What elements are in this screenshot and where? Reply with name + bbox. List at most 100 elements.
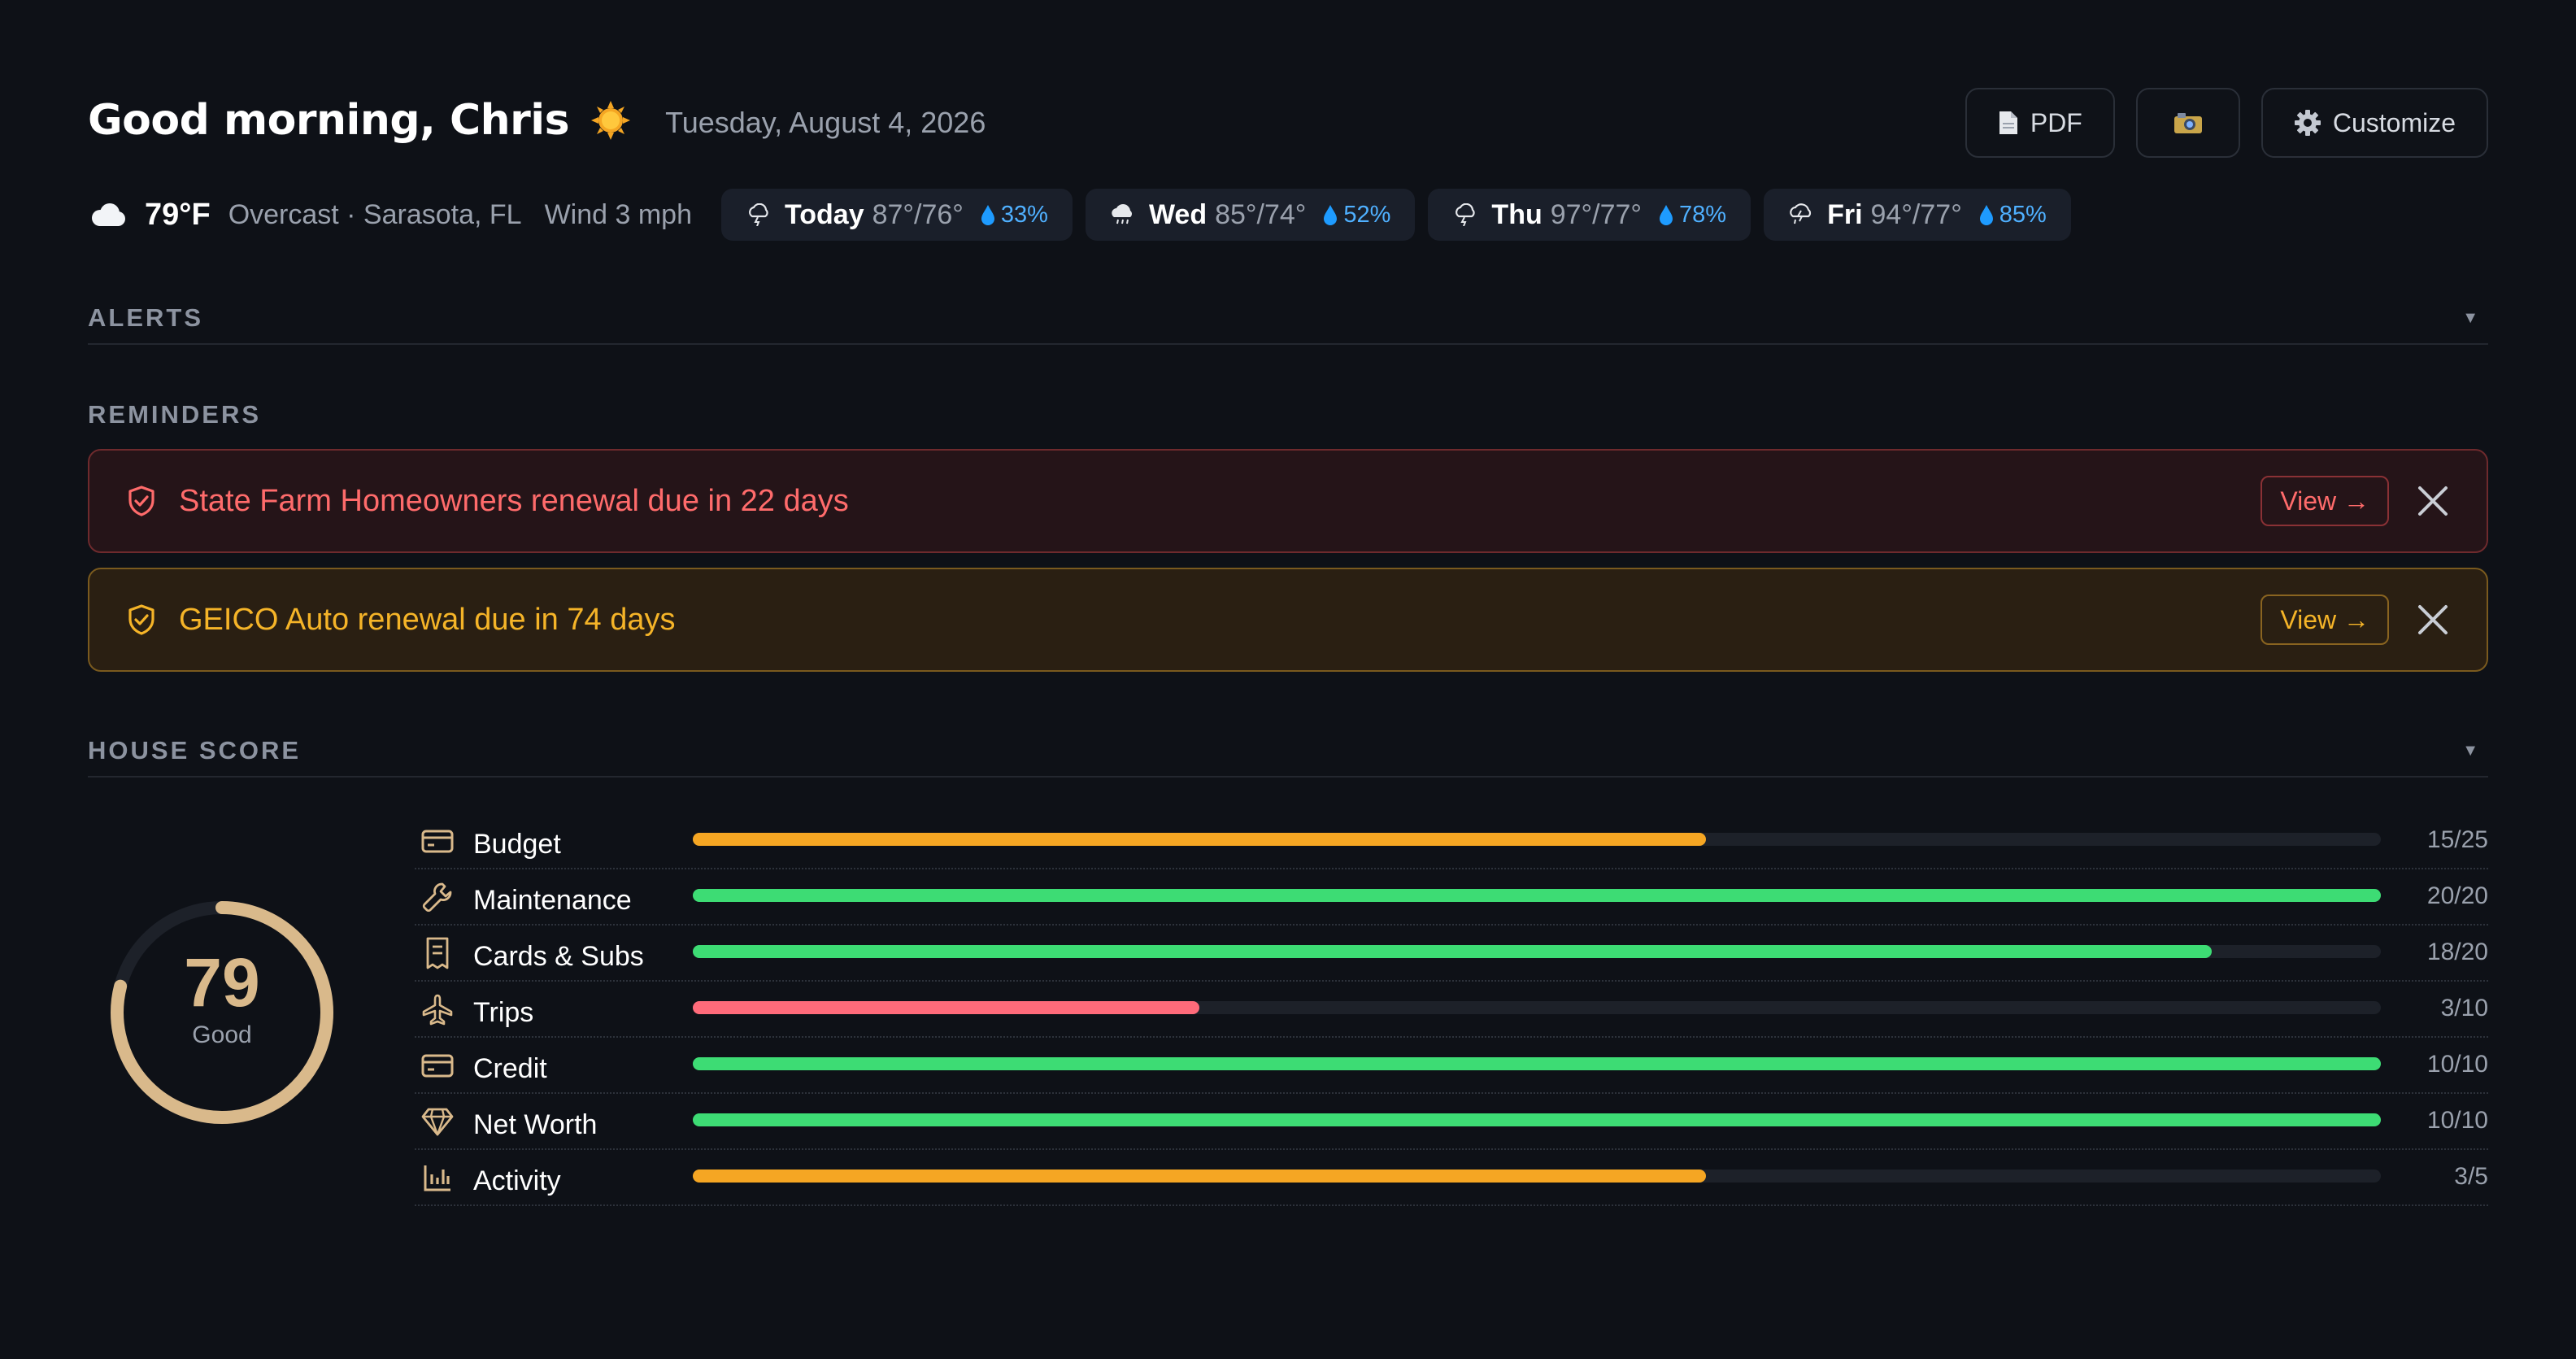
house-score-value: 79 — [184, 944, 260, 1021]
house-score-gauge: 79 Good — [104, 895, 340, 1130]
score-row-cards-subs: Cards & Subs 18/20 — [415, 926, 2488, 982]
pdf-button-label: PDF — [2030, 107, 2082, 137]
house-score-section-toggle[interactable]: HOUSE SCORE ▼ — [88, 725, 2488, 778]
house-score-rating: Good — [192, 1021, 252, 1048]
forecast-list: Today 87°/76° 33% Wed 85°/74° 52% Thu 97… — [721, 189, 2071, 241]
reminder-text: State Farm Homeowners renewal due in 22 … — [179, 483, 849, 518]
current-conditions: Overcast · Sarasota, FL — [228, 198, 522, 230]
rain-chance-value: 78% — [1679, 201, 1727, 228]
customize-button-label: Customize — [2332, 107, 2456, 137]
view-reminder-button[interactable]: View → — [2261, 595, 2389, 645]
current-temperature: 79°F — [145, 197, 211, 232]
score-row-net-worth: Net Worth 10/10 — [415, 1094, 2488, 1150]
score-category-value: 3/10 — [2440, 995, 2488, 1021]
forecast-temps: 87°/76° — [872, 198, 964, 230]
shield-check-icon — [128, 604, 154, 635]
header-actions: PDF Customize — [1965, 88, 2488, 158]
caret-down-icon: ▼ — [2462, 741, 2478, 760]
score-category-value: 20/20 — [2426, 882, 2488, 909]
forecast-temps: 85°/74° — [1215, 198, 1307, 230]
score-category-name: Cards & Subs — [473, 941, 644, 972]
rain-chance-value: 52% — [1343, 201, 1391, 228]
score-category-name: Credit — [473, 1053, 547, 1084]
forecast-chip-wed: Wed 85°/74° 52% — [1085, 189, 1416, 241]
rain-chance-value: 85% — [1999, 201, 2047, 228]
forecast-chip-thu: Thu 97°/77° 78% — [1428, 189, 1751, 241]
score-progress-fill — [693, 1170, 1706, 1183]
rain-icon — [1112, 204, 1132, 224]
droplet-icon — [1979, 205, 1993, 225]
score-category-value: 3/5 — [2454, 1163, 2488, 1190]
plane-icon — [422, 994, 453, 1025]
forecast-chip-fri: Fri 94°/77° 85% — [1764, 189, 2071, 241]
wallet-icon — [421, 830, 454, 852]
bar-chart-icon — [424, 1165, 450, 1191]
score-progress-fill — [693, 1001, 1199, 1014]
camera-button[interactable] — [2135, 88, 2240, 158]
score-progress-bar — [693, 1001, 2381, 1014]
reminder-card: GEICO Auto renewal due in 74 days View → — [88, 568, 2488, 672]
forecast-temps: 97°/77° — [1550, 198, 1643, 230]
house-score-section-title: HOUSE SCORE — [88, 736, 302, 764]
score-category-value: 10/10 — [2426, 1107, 2488, 1134]
score-category-name: Net Worth — [473, 1109, 598, 1140]
greeting-title: Good morning, Chris — [88, 96, 570, 145]
dashboard-page: Good morning, Chris Tuesday, August 4, 2… — [0, 0, 2576, 1359]
alerts-section-toggle[interactable]: ALERTS ▼ — [88, 293, 2488, 345]
customize-button[interactable]: Customize — [2261, 88, 2488, 158]
score-progress-fill — [693, 833, 1706, 846]
thunderstorm-icon — [1456, 203, 1476, 226]
score-row-credit: Credit 10/10 — [415, 1038, 2488, 1094]
close-icon[interactable] — [2415, 483, 2451, 519]
caret-down-icon: ▼ — [2462, 308, 2478, 327]
alerts-section-title: ALERTS — [88, 303, 203, 332]
gear-icon — [2294, 110, 2321, 136]
forecast-chip-today: Today 87°/76° 33% — [721, 189, 1073, 241]
score-category-value: 18/20 — [2426, 939, 2488, 965]
score-progress-bar — [693, 1113, 2381, 1126]
score-progress-fill — [693, 889, 2381, 902]
forecast-day: Today — [785, 198, 864, 230]
rain-chance: 85% — [1978, 202, 2047, 229]
score-category-name: Budget — [473, 829, 561, 860]
storm-icon — [1790, 203, 1812, 224]
score-progress-fill — [693, 945, 2213, 958]
forecast-day: Thu — [1491, 198, 1543, 230]
forecast-day: Fri — [1827, 198, 1863, 230]
view-reminder-button[interactable]: View → — [2261, 476, 2389, 526]
droplet-icon — [1324, 205, 1338, 225]
score-category-name: Maintenance — [473, 885, 632, 916]
pdf-button[interactable]: PDF — [1965, 88, 2115, 158]
weather-bar: 79°F Overcast · Sarasota, FL Wind 3 mph … — [88, 189, 2071, 241]
score-category-name: Trips — [473, 997, 534, 1028]
score-row-budget: Budget 15/25 — [415, 813, 2488, 869]
score-row-activity: Activity 3/5 — [415, 1150, 2488, 1206]
thunderstorm-icon — [749, 203, 768, 226]
score-progress-bar — [693, 1057, 2381, 1070]
sun-icon — [591, 101, 631, 140]
diamond-icon — [421, 1108, 454, 1135]
rain-chance-value: 33% — [1000, 201, 1048, 228]
droplet-icon — [981, 205, 994, 225]
score-progress-bar — [693, 945, 2381, 958]
cloud-icon — [92, 203, 125, 226]
forecast-temps: 94°/77° — [1870, 198, 1962, 230]
score-progress-bar — [693, 833, 2381, 846]
score-breakdown-list: Budget 15/25 Maintenance 20/20 Cards & S… — [415, 813, 2488, 1206]
score-progress-bar — [693, 889, 2381, 902]
rain-chance: 52% — [1322, 202, 1390, 229]
score-progress-fill — [693, 1057, 2381, 1070]
close-icon[interactable] — [2415, 602, 2451, 638]
reminders-section-title: REMINDERS — [88, 400, 262, 429]
droplet-icon — [1660, 205, 1673, 225]
camera-icon — [2174, 113, 2202, 133]
score-category-value: 15/25 — [2426, 826, 2488, 853]
wind-speed: Wind 3 mph — [544, 198, 692, 230]
score-row-maintenance: Maintenance 20/20 — [415, 869, 2488, 926]
reminder-text: GEICO Auto renewal due in 74 days — [179, 602, 676, 637]
score-category-value: 10/10 — [2426, 1051, 2488, 1078]
reminder-card: State Farm Homeowners renewal due in 22 … — [88, 449, 2488, 553]
forecast-day: Wed — [1148, 198, 1208, 230]
credit-card-icon — [421, 1054, 454, 1077]
score-row-trips: Trips 3/10 — [415, 982, 2488, 1038]
